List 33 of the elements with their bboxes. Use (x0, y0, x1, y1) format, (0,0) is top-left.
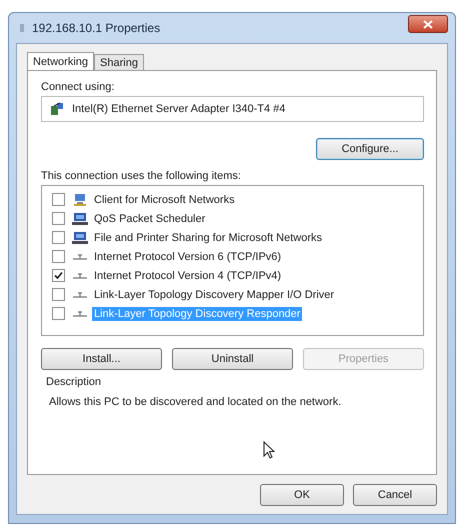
window-title: 192.168.10.1 Properties (32, 21, 162, 35)
checkbox[interactable] (52, 212, 65, 225)
mouse-pointer-icon (263, 441, 275, 459)
items-label: This connection uses the following items: (41, 170, 241, 182)
network-adapter-icon (50, 102, 64, 116)
checkbox[interactable] (52, 307, 65, 320)
connect-using-label: Connect using: (41, 81, 114, 93)
checkbox[interactable] (52, 193, 65, 206)
description-text: Allows this PC to be discovered and located on the network. (48, 396, 342, 408)
tab[interactable]: Networking (27, 52, 94, 71)
action-button[interactable]: Install... (41, 348, 162, 370)
checkbox[interactable] (52, 269, 65, 282)
computer-icon (72, 230, 88, 244)
list-item[interactable]: File and Printer Sharing for Microsoft Networks (92, 230, 324, 244)
dialog-button[interactable]: Cancel (353, 484, 437, 506)
computer-icon (72, 212, 88, 226)
configure-button[interactable]: Configure... (316, 138, 424, 160)
tab[interactable]: Sharing (94, 54, 144, 70)
computer-icon (72, 192, 88, 206)
description-label: Description (46, 376, 102, 388)
list-item[interactable]: Link-Layer Topology Discovery Mapper I/O Driver (92, 288, 336, 302)
checkbox[interactable] (52, 231, 65, 244)
close-icon (423, 20, 433, 28)
close-button[interactable] (408, 15, 448, 33)
list-item[interactable]: Internet Protocol Version 6 (TCP/IPv6) (92, 250, 284, 264)
checkbox[interactable] (52, 250, 65, 263)
list-item[interactable]: Internet Protocol Version 4 (TCP/IPv4) (92, 268, 284, 282)
list-item[interactable]: QoS Packet Scheduler (92, 212, 208, 226)
action-button[interactable]: Uninstall (172, 348, 293, 370)
dialog-button[interactable]: OK (260, 484, 344, 506)
adapter-name: Intel(R) Ethernet Server Adapter I340-T4 #4 (72, 103, 286, 115)
checkbox[interactable] (52, 288, 65, 301)
list-item[interactable]: Client for Microsoft Networks (92, 192, 237, 206)
